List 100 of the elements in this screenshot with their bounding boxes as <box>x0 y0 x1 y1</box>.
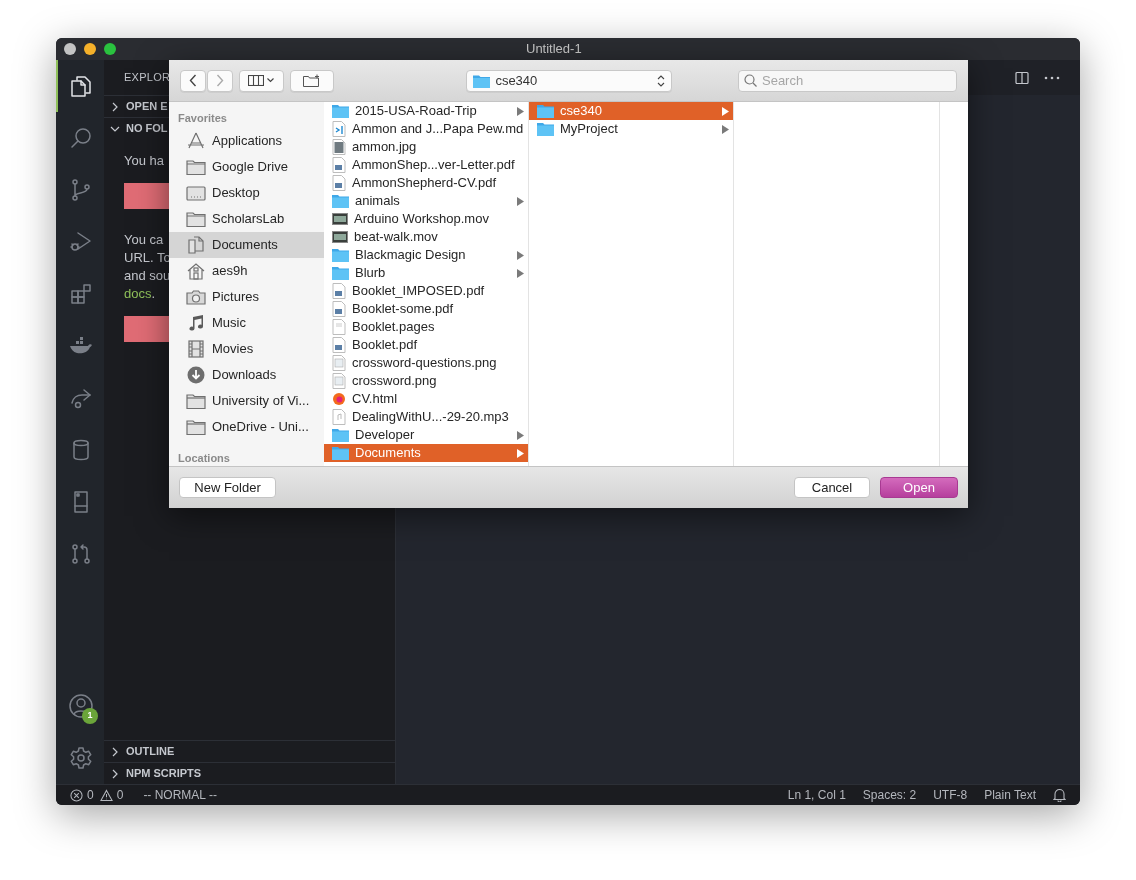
file-row[interactable]: beat-walk.mov <box>324 228 528 246</box>
sidebar-heading: Locations <box>177 451 231 466</box>
sidebar-item[interactable]: Google Drive <box>169 154 324 180</box>
status-item[interactable]: Spaces: 2 <box>862 786 917 804</box>
chevron-right-icon <box>216 74 224 87</box>
file-row[interactable]: crossword-questions.png <box>324 354 528 372</box>
video-file-icon <box>332 231 348 243</box>
file-row[interactable]: Blackmagic Design <box>324 246 528 264</box>
file-row[interactable]: Blurb <box>324 264 528 282</box>
status-item[interactable]: UTF-8 <box>933 786 968 804</box>
sidebar-text: You ca <box>124 231 164 249</box>
problems-indicator[interactable]: 0 0 <box>70 786 126 804</box>
new-folder-button[interactable] <box>289 69 335 92</box>
folder-icon <box>186 210 206 228</box>
sidebar-title: EXPLOR <box>124 70 171 86</box>
house-icon <box>186 262 206 280</box>
file-row[interactable]: Booklet.pages <box>324 318 528 336</box>
chevron-right-icon <box>110 768 120 779</box>
camera-icon <box>186 288 206 306</box>
caret-icon <box>267 78 275 83</box>
image-file-icon <box>332 373 346 389</box>
sidebar-text: You ha <box>124 152 164 170</box>
document-file-icon <box>332 319 346 335</box>
film-icon <box>186 340 206 358</box>
audio-file-icon <box>332 409 346 425</box>
sidebar-item[interactable]: Downloads <box>169 362 324 388</box>
folder-icon <box>332 104 349 118</box>
folder-icon <box>332 446 349 460</box>
file-row[interactable]: DealingWithU...-29-20.mp3 <box>324 408 528 426</box>
file-row[interactable]: Ammon and J...Papa Pew.md <box>324 120 528 138</box>
columns-icon <box>248 75 265 86</box>
window-title: Untitled-1 <box>526 40 582 59</box>
search-icon <box>69 126 93 150</box>
file-row[interactable]: AmmonShep...ver-Letter.pdf <box>324 156 528 174</box>
files-icon <box>69 74 93 98</box>
minimize-window-icon[interactable] <box>84 43 96 55</box>
sidebar-item[interactable]: Music <box>169 310 324 336</box>
file-row[interactable]: crossword.png <box>324 372 528 390</box>
section-header[interactable]: OUTLINE <box>104 740 395 762</box>
folder-icon <box>332 248 349 262</box>
sidebar-item[interactable]: Pictures <box>169 284 324 310</box>
file-row[interactable]: ammon.jpg <box>324 138 528 156</box>
file-row[interactable]: MyProject <box>529 120 733 138</box>
sidebar-text: . <box>151 286 156 301</box>
sidebar-text: and sou <box>124 267 171 285</box>
folder-icon <box>537 104 554 118</box>
search-icon <box>744 73 757 87</box>
sidebar-item[interactable]: aes9h <box>169 258 324 284</box>
close-window-icon[interactable] <box>64 43 76 55</box>
sidebar-item[interactable]: Movies <box>169 336 324 362</box>
branch-icon <box>69 178 93 202</box>
split-editor-icon[interactable] <box>1014 69 1030 86</box>
sidebar-item[interactable]: University of Vi... <box>169 388 324 414</box>
view-mode-button[interactable] <box>239 69 284 92</box>
file-row[interactable]: animals <box>324 192 528 210</box>
documents-icon <box>186 236 206 254</box>
file-row[interactable]: cse340 <box>529 102 733 120</box>
file-row[interactable]: AmmonShepherd-CV.pdf <box>324 174 528 192</box>
back-button[interactable] <box>180 69 206 92</box>
bell-icon[interactable] <box>1053 788 1066 802</box>
html-file-icon <box>332 391 346 407</box>
file-row[interactable]: Documents <box>324 444 528 462</box>
download-icon <box>186 366 206 384</box>
dialog-button[interactable]: New Folder <box>179 477 276 498</box>
path-popup[interactable]: cse340 <box>466 69 672 92</box>
more-actions-icon[interactable] <box>1044 75 1060 80</box>
pdf-file-icon <box>332 301 346 317</box>
chevron-right-icon <box>110 746 120 757</box>
file-row[interactable]: Booklet_IMPOSED.pdf <box>324 282 528 300</box>
folder-icon <box>186 418 206 436</box>
file-row[interactable]: Booklet-some.pdf <box>324 300 528 318</box>
sidebar-item[interactable]: ScholarsLab <box>169 206 324 232</box>
status-item[interactable]: Plain Text <box>984 786 1036 804</box>
file-row[interactable]: 2015-USA-Road-Trip <box>324 102 528 120</box>
sidebar-item[interactable]: Documents <box>169 232 324 258</box>
gear-icon <box>69 746 93 770</box>
file-row[interactable]: Booklet.pdf <box>324 336 528 354</box>
apps-icon <box>186 132 206 150</box>
sidebar-item[interactable]: Applications <box>169 128 324 154</box>
code-file-icon <box>332 121 346 137</box>
warning-icon <box>99 788 113 802</box>
account-icon <box>68 693 94 719</box>
open-button[interactable]: Open <box>880 477 958 498</box>
chevron-right-icon <box>110 101 120 112</box>
folder-icon <box>332 428 349 442</box>
folder-icon <box>332 266 349 280</box>
chevron-left-icon <box>189 74 197 87</box>
sidebar-item[interactable]: Desktop <box>169 180 324 206</box>
search-field[interactable]: Search <box>738 69 957 92</box>
zoom-window-icon[interactable] <box>104 43 116 55</box>
folder-icon <box>186 392 206 410</box>
file-row[interactable]: Arduino Workshop.mov <box>324 210 528 228</box>
dialog-button[interactable]: Cancel <box>794 477 870 498</box>
file-row[interactable]: Developer <box>324 426 528 444</box>
file-row[interactable]: CV.html <box>324 390 528 408</box>
sidebar-item[interactable]: OneDrive - Uni... <box>169 414 324 440</box>
status-item[interactable]: Ln 1, Col 1 <box>787 786 846 804</box>
play-bug-icon <box>69 230 93 254</box>
problem-count: 0 <box>87 787 94 804</box>
folder-icon <box>537 122 554 136</box>
